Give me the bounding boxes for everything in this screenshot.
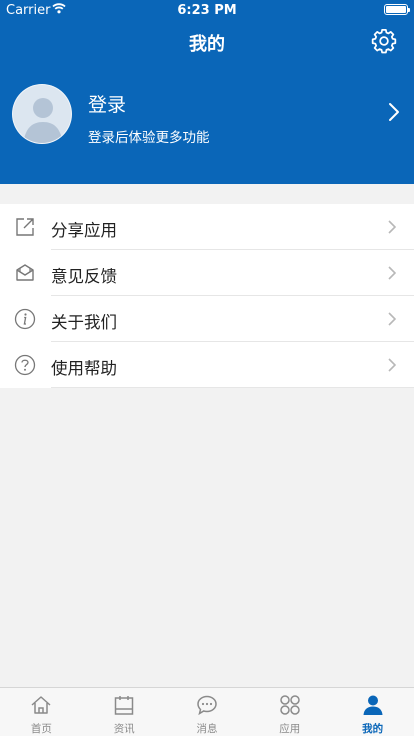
tab-label: 资讯 <box>113 723 135 735</box>
menu-item-label: 分享应用 <box>51 221 117 240</box>
message-icon <box>197 695 217 716</box>
tab-label: 首页 <box>30 723 52 735</box>
tab-label: 我的 <box>362 723 384 735</box>
tab-news[interactable]: 资讯 <box>83 688 166 736</box>
menu-item-feedback[interactable]: 意见反馈 <box>0 250 414 296</box>
tab-home[interactable]: 首页 <box>0 688 83 736</box>
tab-bar: 首页 资讯 消息 应用 我的 <box>0 687 414 736</box>
login-title: 登录 <box>88 94 127 116</box>
apps-icon <box>280 695 300 715</box>
battery-icon <box>384 4 410 15</box>
page-title: 我的 <box>189 34 225 55</box>
status-bar: Carrier 6:23 PM <box>0 0 414 22</box>
help-icon <box>14 354 36 376</box>
gear-icon[interactable] <box>370 27 398 55</box>
menu-item-help[interactable]: 使用帮助 <box>0 342 414 388</box>
share-icon <box>16 218 34 236</box>
chevron-right-icon <box>389 103 399 121</box>
chevron-right-icon <box>388 312 396 326</box>
info-icon <box>14 308 36 330</box>
tab-label: 应用 <box>279 723 301 735</box>
login-profile-row[interactable]: 登录 登录后体验更多功能 <box>0 80 414 150</box>
chevron-right-icon <box>388 358 396 372</box>
user-avatar-icon <box>12 84 72 144</box>
settings-menu: 分享应用 意见反馈 关于我们 使用帮助 <box>0 204 414 388</box>
menu-item-label: 意见反馈 <box>51 267 117 286</box>
menu-item-about[interactable]: 关于我们 <box>0 296 414 342</box>
menu-item-label: 关于我们 <box>51 313 117 332</box>
tab-messages[interactable]: 消息 <box>166 688 249 736</box>
header: Carrier 6:23 PM 我的 登录 登录后体验更多功能 <box>0 0 414 184</box>
menu-item-label: 使用帮助 <box>51 359 117 378</box>
tab-apps[interactable]: 应用 <box>248 688 331 736</box>
chevron-right-icon <box>388 266 396 280</box>
divider <box>51 387 414 388</box>
clock: 6:23 PM <box>177 3 237 18</box>
tab-label: 消息 <box>196 723 218 735</box>
tab-mine[interactable]: 我的 <box>331 688 414 736</box>
menu-item-share[interactable]: 分享应用 <box>0 204 414 250</box>
login-subtitle: 登录后体验更多功能 <box>88 130 210 146</box>
chevron-right-icon <box>388 220 396 234</box>
feedback-mail-icon <box>16 264 34 281</box>
calendar-news-icon <box>114 696 134 715</box>
person-icon <box>363 695 383 715</box>
home-icon <box>31 696 51 714</box>
